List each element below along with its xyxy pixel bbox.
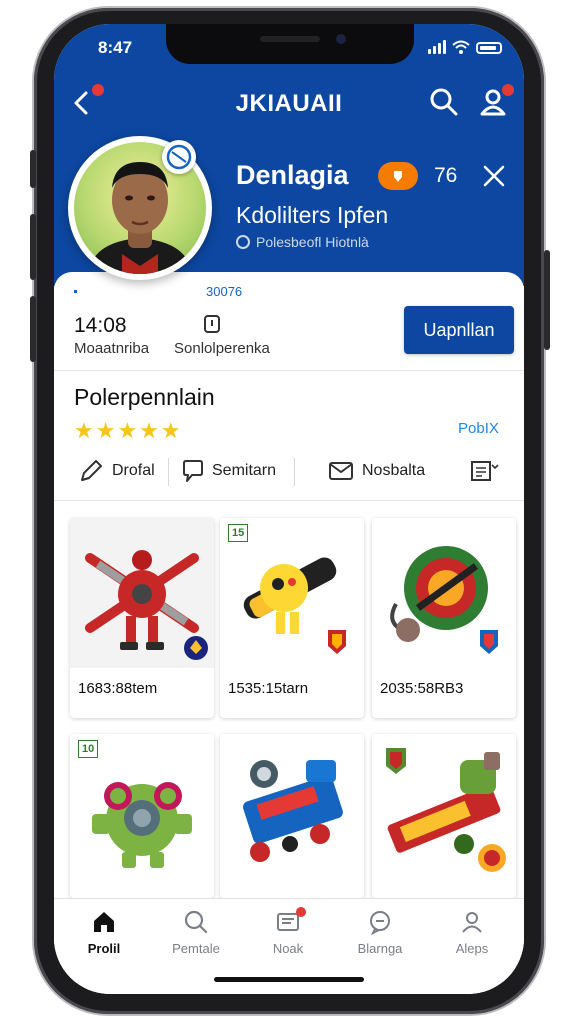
pager-dot xyxy=(74,290,77,293)
person-icon xyxy=(462,912,482,933)
stat-value: 14:08 xyxy=(74,314,127,337)
product-card[interactable] xyxy=(220,734,364,898)
profile-code: 30076 xyxy=(206,284,243,299)
compass-icon xyxy=(166,144,192,170)
search-icon xyxy=(184,910,208,934)
search-icon xyxy=(430,88,458,116)
product-image xyxy=(70,518,214,668)
robot-toy-icon xyxy=(243,760,343,862)
tab-search-label: Pemtale xyxy=(172,941,220,956)
product-card[interactable]: 10 xyxy=(70,734,214,898)
product-card[interactable]: 2035:58RB3 xyxy=(372,518,516,718)
robot-toy-icon xyxy=(390,546,498,654)
chat-icon xyxy=(370,911,390,935)
stat-label: Moaatnriba xyxy=(74,340,150,357)
star-rating: ★★★★★ xyxy=(74,418,183,443)
close-icon xyxy=(483,165,505,187)
close-button[interactable] xyxy=(480,162,508,190)
tab-search[interactable]: Pemtale xyxy=(156,909,236,956)
search-button[interactable] xyxy=(428,86,460,118)
battery-icon xyxy=(476,42,502,54)
stat-label: Sonlolperenka xyxy=(174,340,270,357)
bottom-tab-bar: Prolil Pemtale Noak Blarnga Aleps xyxy=(54,898,524,994)
action-comment-label: Semitarn xyxy=(212,462,277,479)
action-more[interactable] xyxy=(470,456,500,486)
divider xyxy=(54,370,524,371)
action-message-label: Nosbalta xyxy=(362,462,426,479)
level-value: 76 xyxy=(434,164,458,187)
verified-badge xyxy=(162,140,196,174)
speaker xyxy=(260,36,320,42)
home-indicator[interactable] xyxy=(214,977,364,982)
messages-notification-badge xyxy=(296,907,306,917)
primary-action-button[interactable]: Uapnllan xyxy=(404,306,514,354)
tab-account-label: Aleps xyxy=(455,941,489,956)
section-title: Polerpennlain xyxy=(74,384,215,410)
front-camera xyxy=(336,34,346,44)
tab-messages[interactable]: Noak xyxy=(248,909,328,956)
back-notification-dot xyxy=(92,84,104,96)
app-screen: 8:47 JKIAUAII Denlagia 76 Kdolilters Ipf… xyxy=(54,24,524,994)
product-card[interactable]: 15 1535:15tarn xyxy=(220,518,364,718)
profile-handle: Polesbeofl Hiotnlà xyxy=(236,234,369,250)
mail-icon xyxy=(329,462,353,480)
volume-up-button xyxy=(30,214,36,280)
robot-toy-icon xyxy=(386,748,506,872)
status-time: 8:47 xyxy=(98,38,133,57)
pen-icon xyxy=(81,460,102,481)
clipboard-icon xyxy=(204,315,220,333)
action-message[interactable]: Nosbalta xyxy=(328,456,425,486)
home-icon xyxy=(94,912,114,932)
see-more-link[interactable]: PobIX xyxy=(458,420,499,437)
tab-chat-label: Blarnga xyxy=(357,941,403,956)
chat-bubble-icon xyxy=(183,460,203,482)
product-caption: 1535:15tarn xyxy=(228,680,309,697)
level-badge xyxy=(378,162,418,190)
list-dropdown-icon xyxy=(471,461,499,481)
profile-handle-text: Polesbeofl Hiotnlà xyxy=(256,234,369,250)
info-icon xyxy=(236,235,250,249)
product-image xyxy=(372,734,516,884)
promo-tag: 15 xyxy=(228,524,249,542)
fire-icon xyxy=(394,171,402,182)
tab-chat[interactable]: Blarnga xyxy=(340,909,420,956)
product-image xyxy=(220,734,364,884)
action-edit[interactable]: Drofal xyxy=(78,456,155,486)
robot-toy-icon xyxy=(85,550,208,660)
tab-profile[interactable]: Prolil xyxy=(64,909,144,956)
action-edit-label: Drofal xyxy=(112,462,155,479)
action-separator xyxy=(168,458,169,486)
notch xyxy=(166,24,414,64)
action-separator xyxy=(294,458,295,486)
promo-tag: 10 xyxy=(78,740,99,758)
tab-profile-label: Prolil xyxy=(87,941,121,956)
product-image xyxy=(372,518,516,668)
product-card[interactable]: 1683:88tem xyxy=(70,518,214,718)
profile-subtitle: Kdolilters Ipfen xyxy=(236,202,389,228)
app-title: JKIAUAII xyxy=(235,90,343,117)
cellular-signal-icon xyxy=(428,40,446,54)
silent-switch xyxy=(30,150,36,188)
action-comment[interactable]: Semitarn xyxy=(182,456,276,486)
tab-account[interactable]: Aleps xyxy=(432,909,512,956)
wifi-icon xyxy=(452,40,470,54)
power-button xyxy=(544,250,550,350)
tab-messages-label: Noak xyxy=(272,941,304,956)
status-icons xyxy=(428,40,502,54)
product-card[interactable] xyxy=(372,734,516,898)
volume-down-button xyxy=(30,296,36,362)
product-caption: 2035:58RB3 xyxy=(380,680,464,697)
product-caption: 1683:88tem xyxy=(78,680,158,697)
profile-name: Denlagia xyxy=(236,160,349,190)
divider xyxy=(54,500,524,501)
account-notification-dot xyxy=(502,84,514,96)
